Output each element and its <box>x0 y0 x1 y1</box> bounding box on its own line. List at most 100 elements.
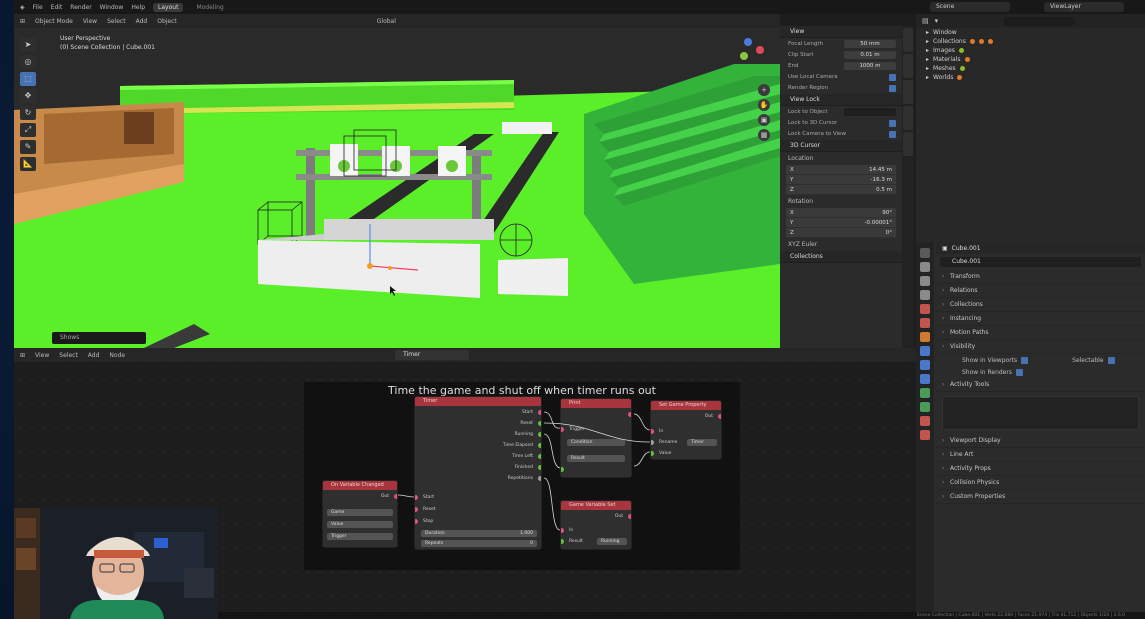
activity-list[interactable] <box>942 396 1139 430</box>
lock-camera-checkbox[interactable] <box>889 130 896 138</box>
editor-type-icon[interactable]: ⊞ <box>20 352 25 359</box>
input-socket[interactable] <box>651 451 654 456</box>
menu-file[interactable]: File <box>33 4 43 11</box>
condition-field[interactable]: Condition <box>567 439 625 446</box>
output-socket[interactable] <box>538 443 541 448</box>
section-visibility[interactable]: Visibility <box>936 340 1145 354</box>
output-socket[interactable] <box>628 412 631 417</box>
properties-editor[interactable]: ▣ Cube.001 Cube.001 Transform Relations … <box>916 242 1145 612</box>
rotation-y[interactable]: Y -0.00001° <box>786 218 896 228</box>
scene-tab-icon[interactable] <box>920 304 930 314</box>
node-timer[interactable]: Timer Start Reset Running Time Elapsed T… <box>414 396 542 550</box>
outliner-item[interactable]: ▸ Window <box>916 28 1145 37</box>
trigger-field[interactable]: Trigger <box>327 533 393 540</box>
menu-select[interactable]: Select <box>59 352 78 359</box>
section-instancing[interactable]: Instancing <box>936 312 1145 326</box>
clip-start-field[interactable]: 0.01 m <box>844 51 896 59</box>
running-field[interactable]: Running <box>597 538 627 545</box>
object-name-field[interactable]: Cube.001 <box>940 257 1141 267</box>
cursor-tool-icon[interactable]: ➤ <box>20 38 36 52</box>
camera-icon[interactable]: ▣ <box>758 114 770 126</box>
tab-modeling[interactable]: Modeling <box>191 3 228 12</box>
input-socket[interactable] <box>415 495 418 500</box>
section-collections[interactable]: Collections <box>936 298 1145 312</box>
section-custom-properties[interactable]: Custom Properties <box>936 490 1145 504</box>
output-socket[interactable] <box>538 410 541 415</box>
input-socket[interactable] <box>561 539 564 544</box>
show-viewport-checkbox[interactable] <box>1021 356 1029 364</box>
input-socket[interactable] <box>561 427 564 432</box>
output-tab-icon[interactable] <box>920 276 930 286</box>
lock-object-field[interactable] <box>844 108 896 116</box>
menu-view[interactable]: View <box>83 18 97 25</box>
game-field[interactable]: Game <box>327 509 393 516</box>
tab-view[interactable] <box>903 80 913 104</box>
output-socket[interactable] <box>394 494 397 499</box>
rotation-mode[interactable]: XYZ Euler <box>780 238 902 251</box>
input-socket[interactable] <box>415 507 418 512</box>
modifier-tab-icon[interactable] <box>920 346 930 356</box>
section-transform[interactable]: Transform <box>936 270 1145 284</box>
node-game-variable-set[interactable]: Game Variable Set Out In Result Running <box>560 500 632 550</box>
outliner[interactable]: ▤ ▾ ▸ Window ▸ Collections ▸ Images ▸ Materi… <box>916 14 1145 242</box>
grid-icon[interactable]: ▦ <box>758 129 770 141</box>
3d-viewport[interactable]: ⊞ Object Mode View Select Add Object Glo… <box>14 14 780 348</box>
location-y[interactable]: Y -16.3 m <box>786 175 896 185</box>
annotate-tool-icon[interactable]: ✎ <box>20 140 36 154</box>
tool-tab-icon[interactable] <box>920 248 930 258</box>
view-lock-header[interactable]: View Lock <box>780 94 902 106</box>
node-print[interactable]: Print Trigger Condition Result <box>560 398 632 478</box>
view-section-header[interactable]: View <box>780 26 902 38</box>
view-layer-selector[interactable]: ViewLayer <box>1044 2 1124 12</box>
menu-add[interactable]: Add <box>136 18 148 25</box>
input-socket[interactable] <box>415 519 418 524</box>
duration-field[interactable]: Duration 1.000 <box>421 530 537 537</box>
outliner-item[interactable]: ▸ Collections <box>916 37 1145 46</box>
local-camera-checkbox[interactable] <box>889 73 896 81</box>
input-socket[interactable] <box>651 429 654 434</box>
location-x[interactable]: X 14.45 m <box>786 165 896 175</box>
output-socket[interactable] <box>538 421 541 426</box>
location-z[interactable]: Z 0.5 m <box>786 185 896 195</box>
render-region-checkbox[interactable] <box>889 84 896 92</box>
texture-tab-icon[interactable] <box>920 430 930 440</box>
input-socket[interactable] <box>561 467 564 472</box>
rotate-tool-icon[interactable]: ↻ <box>20 106 36 120</box>
lock-cursor-checkbox[interactable] <box>889 119 896 127</box>
menu-edit[interactable]: Edit <box>51 4 63 11</box>
tab-layout[interactable]: Layout <box>153 2 184 12</box>
rotation-x[interactable]: X 90° <box>786 208 896 218</box>
node-tree-selector[interactable]: Timer <box>395 350 470 360</box>
select-box-icon[interactable]: ⬚ <box>20 72 36 86</box>
transform-orientation[interactable]: Global <box>377 18 396 25</box>
particles-tab-icon[interactable] <box>920 360 930 370</box>
node-set-game-property[interactable]: Set Game Property Out In Rename Value Ti… <box>650 400 722 460</box>
zoom-icon[interactable]: + <box>758 84 770 96</box>
section-line-art[interactable]: Line Art <box>936 448 1145 462</box>
section-collision-physics[interactable]: Collision Physics <box>936 476 1145 490</box>
output-socket[interactable] <box>538 476 541 481</box>
pan-hand-icon[interactable]: ✋ <box>758 99 770 111</box>
node-on-variable-changed[interactable]: On Variable Changed Out Game Value Trigg… <box>322 480 398 548</box>
selectable-checkbox[interactable] <box>1107 356 1115 364</box>
menu-window[interactable]: Window <box>100 4 124 11</box>
output-socket[interactable] <box>538 432 541 437</box>
3d-cursor-header[interactable]: 3D Cursor <box>780 140 902 152</box>
mode-selector[interactable]: Object Mode <box>35 18 73 25</box>
measure-tool-icon[interactable]: 📐 <box>20 157 36 171</box>
tab-item[interactable] <box>903 28 913 52</box>
menu-help[interactable]: Help <box>131 4 145 11</box>
output-socket[interactable] <box>538 465 541 470</box>
outliner-item[interactable]: ▸ Meshes <box>916 64 1145 73</box>
output-socket[interactable] <box>628 514 631 519</box>
object-tab-icon[interactable] <box>920 332 930 342</box>
output-socket[interactable] <box>718 414 721 419</box>
menu-select[interactable]: Select <box>107 18 126 25</box>
view-layer-tab-icon[interactable] <box>920 290 930 300</box>
section-activity-tools[interactable]: Activity Tools <box>936 378 1145 392</box>
world-tab-icon[interactable] <box>920 318 930 328</box>
scene-selector[interactable]: Scene <box>930 2 1010 12</box>
collections-header[interactable]: Collections <box>780 251 902 263</box>
menu-object[interactable]: Object <box>157 18 177 25</box>
outliner-item[interactable]: ▸ Materials <box>916 55 1145 64</box>
